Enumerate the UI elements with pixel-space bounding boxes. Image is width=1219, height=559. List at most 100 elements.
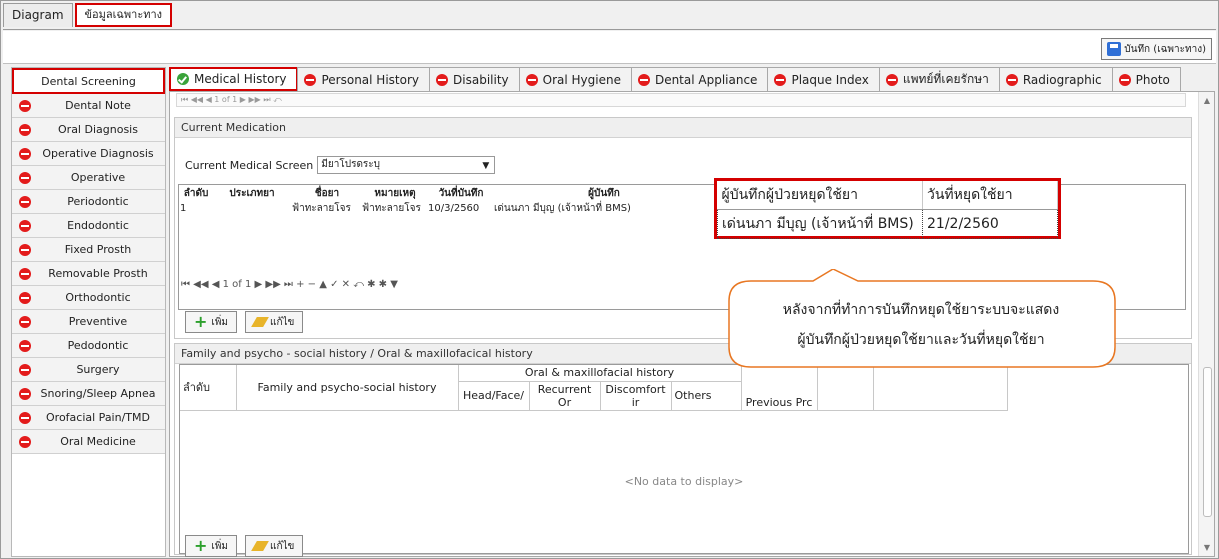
medication-grid-navigator[interactable]: ⏮ ◀◀ ◀ 1 of 1 ▶ ▶▶ ⏭ + − ▲ ✓ ✕ ⤺ ✱ ✱ ▼ — [181, 279, 398, 290]
tab-label: Plaque Index — [791, 72, 869, 87]
col-header[interactable]: Recurrent Or — [529, 381, 601, 411]
edit-button[interactable]: แก้ไข — [245, 311, 304, 333]
tab-personal-history[interactable]: Personal History — [297, 67, 431, 91]
stop-icon — [19, 99, 31, 112]
sidebar-item-label: Snoring/Sleep Apnea — [40, 387, 156, 400]
stop-icon — [774, 73, 787, 86]
stop-icon — [304, 73, 317, 86]
sidebar-item[interactable]: Dental Screening — [12, 68, 165, 94]
save-button[interactable]: บันทึก (เฉพาะทาง) — [1101, 38, 1212, 60]
add-button[interactable]: + เพิ่ม — [185, 535, 238, 557]
col-header[interactable]: Head/Face/ — [458, 381, 530, 411]
tab-diagram[interactable]: Diagram — [3, 3, 73, 27]
sidebar-item[interactable]: Orofacial Pain/TMD — [12, 406, 165, 430]
sidebar-item[interactable]: Operative — [12, 166, 165, 190]
medication-button-row: + เพิ่ม แก้ไข — [185, 311, 304, 333]
tab-label: Dental Appliance — [654, 72, 758, 87]
sidebar-item-label: Operative — [70, 171, 126, 184]
edit-button[interactable]: แก้ไข — [245, 535, 304, 557]
sidebar-item[interactable]: Fixed Prosth — [12, 238, 165, 262]
stop-icon — [19, 219, 31, 232]
stop-icon — [19, 363, 31, 376]
sidebar-item-label: Preventive — [68, 315, 128, 328]
sidebar-item[interactable]: Operative Diagnosis — [12, 142, 165, 166]
divider — [3, 29, 1216, 30]
table-cell — [212, 201, 292, 216]
table-cell: 1 — [180, 203, 187, 214]
stop-icon — [1118, 73, 1131, 86]
edit-label: แก้ไข — [270, 316, 295, 328]
sidebar-item[interactable]: Orthodontic — [12, 286, 165, 310]
sidebar-item-label: Pedodontic — [67, 339, 129, 352]
sidebar-item[interactable]: Removable Prosth — [12, 262, 165, 286]
sidebar-item-label: Oral Diagnosis — [58, 123, 138, 136]
section-title: Current Medication — [175, 118, 1191, 138]
tab-disability[interactable]: Disability — [429, 67, 520, 91]
add-button[interactable]: + เพิ่ม — [185, 311, 238, 333]
table-row[interactable]: 1 ฟ้าทะลายโจร ฟ้าทะลายโจร 10/3/2560 เด่น… — [180, 201, 714, 216]
sidebar-item-label: Dental Note — [65, 99, 131, 112]
empty-state: <No data to display> — [624, 475, 744, 488]
sidebar: Dental Screening Dental Note Oral Diagnosi… — [11, 67, 166, 557]
tab-label: Photo — [1135, 72, 1170, 87]
table-cell: 10/3/2560 — [428, 203, 480, 214]
col-header[interactable]: Family and psycho-social history — [236, 365, 459, 411]
medical-screen-label: Current Medical Screen — [185, 158, 314, 172]
sidebar-item-label: Endodontic — [67, 219, 129, 232]
sidebar-item[interactable]: Dental Note — [12, 94, 165, 118]
stop-icon — [885, 73, 898, 86]
sidebar-item[interactable]: Oral Diagnosis — [12, 118, 165, 142]
sidebar-item[interactable]: Surgery — [12, 358, 165, 382]
col-header[interactable]: ผู้บันทึกผู้ป่วยหยุดใช้ยา — [717, 181, 923, 210]
table-cell: เด่นนภา มีบุญ (เจ้าหน้าที่ BMS) — [717, 209, 923, 239]
col-header[interactable]: ลำดับ — [180, 365, 237, 411]
annotation-callout: หลังจากที่ทำการบันทึกหยุดใช้ยาระบบจะแสดง… — [723, 268, 1119, 370]
scroll-down-icon[interactable]: ▼ — [1204, 543, 1210, 552]
table-row[interactable]: เด่นนภา มีบุญ (เจ้าหน้าที่ BMS) 21/2/256… — [717, 209, 1058, 239]
tab-medical-history[interactable]: Medical History — [169, 67, 299, 91]
medical-screen-select[interactable]: มียาโปรดระบุ ▼ — [317, 156, 496, 174]
vertical-scrollbar[interactable]: ▲ ▼ — [1198, 92, 1214, 556]
col-header[interactable]: ผู้บันทึก — [494, 186, 714, 201]
scroll-thumb[interactable] — [1203, 367, 1212, 517]
sidebar-item-label: Dental Screening — [41, 74, 136, 88]
tab-label: Disability — [453, 72, 509, 87]
col-header[interactable]: Others — [671, 381, 742, 411]
stop-icon — [19, 171, 31, 184]
col-header[interactable]: วันที่หยุดใช้ยา — [922, 181, 1058, 210]
record-navigator[interactable]: ⏮ ◀◀ ◀ 1 of 1 ▶ ▶▶ ⏭ ⤺ — [176, 93, 1186, 107]
sidebar-item[interactable]: Snoring/Sleep Apnea — [12, 382, 165, 406]
sidebar-item-label: Oral Medicine — [60, 435, 136, 448]
tab-oral-hygiene[interactable]: Oral Hygiene — [518, 67, 632, 91]
add-label: เพิ่ม — [211, 316, 229, 328]
sidebar-item[interactable]: Preventive — [12, 310, 165, 334]
tab-specialty-data[interactable]: ข้อมูลเฉพาะทาง — [74, 3, 173, 27]
sidebar-item[interactable]: Periodontic — [12, 190, 165, 214]
stop-icon — [19, 243, 31, 256]
scroll-up-icon[interactable]: ▲ — [1204, 96, 1210, 105]
tab-photo[interactable]: Photo — [1111, 67, 1181, 91]
col-header[interactable]: Previous Prc — [741, 365, 818, 411]
stop-icon — [19, 147, 31, 160]
col-header[interactable]: ลำดับ — [180, 186, 212, 201]
col-header[interactable]: Discomfort ir — [600, 381, 672, 411]
pencil-icon — [251, 317, 269, 327]
col-header[interactable]: วันที่บันทึก — [428, 186, 494, 201]
sidebar-item-label: Orofacial Pain/TMD — [46, 411, 150, 424]
col-header[interactable]: หมายเหตุ — [362, 186, 428, 201]
family-history-section: Family and psycho - social history / Ora… — [174, 343, 1192, 557]
tab-plaque-index[interactable]: Plaque Index — [767, 67, 880, 91]
sidebar-item-label: Fixed Prosth — [64, 243, 132, 256]
sidebar-item[interactable]: Oral Medicine — [12, 430, 165, 454]
stop-icon — [19, 339, 31, 352]
col-header[interactable]: ประเภทยา — [212, 186, 292, 201]
col-header[interactable]: ชื่อยา — [292, 186, 362, 201]
tab-radiographic[interactable]: Radiographic — [998, 67, 1113, 91]
add-label: เพิ่ม — [211, 540, 229, 552]
sidebar-item-label: Operative Diagnosis — [42, 147, 154, 160]
table-cell: ฟ้าทะลายโจร — [362, 203, 421, 214]
sidebar-item[interactable]: Pedodontic — [12, 334, 165, 358]
tab-dental-appliance[interactable]: Dental Appliance — [630, 67, 769, 91]
sidebar-item[interactable]: Endodontic — [12, 214, 165, 238]
tab-แพทย์ที่เคยรักษา[interactable]: แพทย์ที่เคยรักษา — [878, 67, 1000, 91]
